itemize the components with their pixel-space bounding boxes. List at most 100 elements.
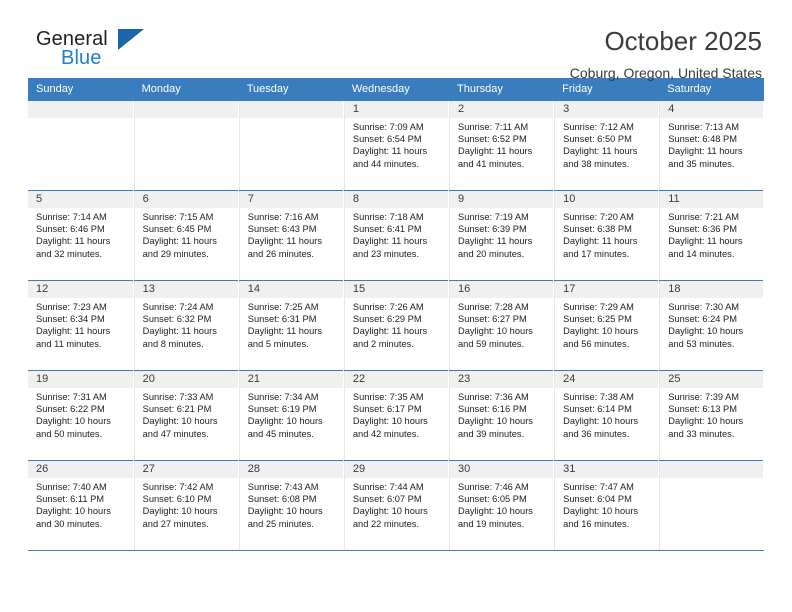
- sunrise-text: Sunrise: 7:14 AM: [36, 212, 107, 222]
- daylight-text-line1: Daylight: 11 hours: [247, 326, 322, 337]
- day-details: Sunrise: 7:36 AM Sunset: 6:16 PM Daylight:…: [450, 388, 553, 440]
- day-number: 30: [450, 461, 554, 478]
- calendar-day-cell[interactable]: 12 Sunrise: 7:23 AM Sunset: 6:34 PM Dayligh…: [28, 280, 134, 371]
- calendar-day-cell[interactable]: 3 Sunrise: 7:12 AM Sunset: 6:50 PM Daylight…: [553, 100, 660, 191]
- daylight-text-line1: Daylight: 11 hours: [352, 326, 428, 337]
- daylight-text-line1: Daylight: 10 hours: [563, 506, 639, 517]
- calendar-day-cell[interactable]: 26 Sunrise: 7:40 AM Sunset: 6:11 PM Dayligh…: [28, 460, 134, 551]
- day-number: 19: [28, 371, 133, 388]
- calendar-day-cell[interactable]: 27 Sunrise: 7:42 AM Sunset: 6:10 PM Dayligh…: [133, 460, 239, 551]
- sunset-text: Sunset: 6:36 PM: [668, 224, 737, 235]
- day-details: Sunrise: 7:13 AM Sunset: 6:48 PM Daylight:…: [660, 118, 763, 170]
- sunrise-text: Sunrise: 7:26 AM: [352, 302, 424, 312]
- calendar-day-cell[interactable]: 8 Sunrise: 7:18 AM Sunset: 6:41 PM Daylight…: [343, 190, 450, 281]
- calendar-day-cell[interactable]: 6 Sunrise: 7:15 AM Sunset: 6:45 PM Daylight…: [133, 190, 239, 281]
- sunset-text: Sunset: 6:11 PM: [36, 494, 105, 505]
- daylight-text-line1: Daylight: 11 hours: [142, 326, 217, 337]
- day-details: Sunrise: 7:09 AM Sunset: 6:54 PM Daylight:…: [345, 118, 448, 170]
- calendar-day-cell[interactable]: 13 Sunrise: 7:24 AM Sunset: 6:32 PM Dayligh…: [133, 280, 239, 371]
- daylight-text-line2: and 16 minutes.: [563, 518, 630, 529]
- day-details: Sunrise: 7:34 AM Sunset: 6:19 PM Daylight:…: [240, 388, 343, 440]
- calendar-day-cell[interactable]: 11 Sunrise: 7:21 AM Sunset: 6:36 PM Dayligh…: [658, 190, 765, 281]
- daylight-text-line1: Daylight: 11 hours: [247, 236, 322, 247]
- day-details: Sunrise: 7:38 AM Sunset: 6:14 PM Daylight:…: [555, 388, 658, 440]
- day-cell-inner: 1 Sunrise: 7:09 AM Sunset: 6:54 PM Daylight…: [343, 101, 448, 190]
- general-blue-logo[interactable]: General Blue: [28, 26, 148, 78]
- calendar-day-cell[interactable]: 21 Sunrise: 7:34 AM Sunset: 6:19 PM Dayligh…: [238, 370, 344, 461]
- calendar-day-cell[interactable]: 2 Sunrise: 7:11 AM Sunset: 6:52 PM Daylight…: [448, 100, 555, 191]
- sunrise-text: Sunrise: 7:42 AM: [142, 482, 214, 492]
- calendar-day-cell[interactable]: 18 Sunrise: 7:30 AM Sunset: 6:24 PM Dayligh…: [658, 280, 765, 371]
- day-cell-inner: 15 Sunrise: 7:26 AM Sunset: 6:29 PM Dayligh…: [343, 281, 448, 370]
- daylight-text-line2: and 19 minutes.: [458, 518, 525, 529]
- calendar-grid: Sunday Monday Tuesday Wednesday Thursday…: [28, 78, 765, 551]
- daylight-text-line1: Daylight: 10 hours: [668, 416, 744, 427]
- calendar-day-cell[interactable]: 1 Sunrise: 7:09 AM Sunset: 6:54 PM Daylight…: [343, 100, 450, 191]
- sunset-text: Sunset: 6:04 PM: [563, 494, 632, 505]
- sunset-text: Sunset: 6:21 PM: [142, 404, 212, 415]
- calendar-day-cell[interactable]: 31 Sunrise: 7:47 AM Sunset: 6:04 PM Dayligh…: [553, 460, 660, 551]
- sunrise-text: Sunrise: 7:28 AM: [458, 302, 529, 312]
- calendar-day-cell[interactable]: 19 Sunrise: 7:31 AM Sunset: 6:22 PM Dayligh…: [28, 370, 134, 461]
- sunrise-text: Sunrise: 7:18 AM: [352, 212, 424, 222]
- calendar-day-cell[interactable]: 15 Sunrise: 7:26 AM Sunset: 6:29 PM Dayligh…: [343, 280, 450, 371]
- sunset-text: Sunset: 6:08 PM: [247, 494, 317, 505]
- sunset-text: Sunset: 6:43 PM: [247, 224, 317, 235]
- day-details: Sunrise: 7:16 AM Sunset: 6:43 PM Daylight:…: [240, 208, 343, 260]
- calendar-day-cell[interactable]: 28 Sunrise: 7:43 AM Sunset: 6:08 PM Dayligh…: [238, 460, 344, 551]
- daylight-text-line1: Daylight: 10 hours: [247, 506, 323, 517]
- calendar-day-cell[interactable]: 5 Sunrise: 7:14 AM Sunset: 6:46 PM Daylight…: [28, 190, 134, 281]
- calendar-week-row: 12 Sunrise: 7:23 AM Sunset: 6:34 PM Dayligh…: [28, 280, 765, 371]
- sunrise-text: Sunrise: 7:25 AM: [247, 302, 319, 312]
- daylight-text-line1: Daylight: 11 hours: [458, 236, 533, 247]
- calendar-day-cell[interactable]: 24 Sunrise: 7:38 AM Sunset: 6:14 PM Dayligh…: [553, 370, 660, 461]
- daylight-text-line1: Daylight: 11 hours: [36, 236, 111, 247]
- sunset-text: Sunset: 6:39 PM: [458, 224, 527, 235]
- calendar-day-cell[interactable]: 17 Sunrise: 7:29 AM Sunset: 6:25 PM Dayligh…: [553, 280, 660, 371]
- sunrise-text: Sunrise: 7:24 AM: [142, 302, 214, 312]
- daylight-text-line1: Daylight: 10 hours: [458, 326, 533, 337]
- calendar-day-cell[interactable]: 23 Sunrise: 7:36 AM Sunset: 6:16 PM Dayligh…: [448, 370, 555, 461]
- sunset-text: Sunset: 6:31 PM: [247, 314, 317, 325]
- day-number: 24: [555, 371, 659, 388]
- day-cell-inner: 27 Sunrise: 7:42 AM Sunset: 6:10 PM Dayligh…: [133, 461, 238, 550]
- daylight-text-line1: Daylight: 10 hours: [668, 326, 744, 337]
- calendar-day-cell[interactable]: 29 Sunrise: 7:44 AM Sunset: 6:07 PM Dayligh…: [343, 460, 450, 551]
- calendar-day-cell[interactable]: 25 Sunrise: 7:39 AM Sunset: 6:13 PM Dayligh…: [658, 370, 765, 461]
- daylight-text-line2: and 56 minutes.: [563, 338, 630, 349]
- day-number: 15: [344, 281, 448, 298]
- sunrise-text: Sunrise: 7:38 AM: [563, 392, 634, 402]
- day-number: 3: [555, 101, 659, 118]
- day-cell-inner: 22 Sunrise: 7:35 AM Sunset: 6:17 PM Dayligh…: [343, 371, 448, 460]
- calendar-day-cell[interactable]: 16 Sunrise: 7:28 AM Sunset: 6:27 PM Dayligh…: [448, 280, 555, 371]
- daylight-text-line2: and 59 minutes.: [458, 338, 525, 349]
- daylight-text-line1: Daylight: 10 hours: [247, 416, 323, 427]
- calendar-day-cell[interactable]: 7 Sunrise: 7:16 AM Sunset: 6:43 PM Daylight…: [238, 190, 344, 281]
- sunset-text: Sunset: 6:25 PM: [563, 314, 632, 325]
- day-cell-inner: 5 Sunrise: 7:14 AM Sunset: 6:46 PM Daylight…: [28, 191, 133, 280]
- day-number: 11: [660, 191, 764, 208]
- day-number: 17: [555, 281, 659, 298]
- day-number: 29: [344, 461, 448, 478]
- calendar-day-cell[interactable]: 9 Sunrise: 7:19 AM Sunset: 6:39 PM Daylight…: [448, 190, 555, 281]
- calendar-day-cell[interactable]: 22 Sunrise: 7:35 AM Sunset: 6:17 PM Dayligh…: [343, 370, 450, 461]
- day-number: 10: [555, 191, 659, 208]
- daylight-text-line2: and 14 minutes.: [668, 248, 735, 259]
- day-cell-inner: 13 Sunrise: 7:24 AM Sunset: 6:32 PM Dayligh…: [133, 281, 238, 370]
- calendar-day-cell[interactable]: 4 Sunrise: 7:13 AM Sunset: 6:48 PM Daylight…: [658, 100, 765, 191]
- sunset-text: Sunset: 6:52 PM: [458, 134, 527, 145]
- daylight-text-line2: and 2 minutes.: [352, 338, 414, 349]
- sunset-text: Sunset: 6:38 PM: [563, 224, 632, 235]
- day-details: Sunrise: 7:35 AM Sunset: 6:17 PM Daylight:…: [345, 388, 448, 440]
- day-cell-inner: 17 Sunrise: 7:29 AM Sunset: 6:25 PM Dayligh…: [554, 281, 659, 370]
- calendar-day-cell[interactable]: 20 Sunrise: 7:33 AM Sunset: 6:21 PM Dayligh…: [133, 370, 239, 461]
- daylight-text-line1: Daylight: 11 hours: [668, 236, 743, 247]
- title-block: October 2025 Coburg, Oregon, United Stat…: [570, 26, 764, 82]
- daylight-text-line2: and 50 minutes.: [36, 428, 103, 439]
- calendar-day-cell[interactable]: 10 Sunrise: 7:20 AM Sunset: 6:38 PM Dayligh…: [553, 190, 660, 281]
- calendar-day-cell[interactable]: 14 Sunrise: 7:25 AM Sunset: 6:31 PM Dayligh…: [238, 280, 344, 371]
- day-details: Sunrise: 7:18 AM Sunset: 6:41 PM Daylight:…: [345, 208, 448, 260]
- sunset-text: Sunset: 6:05 PM: [458, 494, 527, 505]
- day-number: 8: [344, 191, 448, 208]
- calendar-day-cell[interactable]: 30 Sunrise: 7:46 AM Sunset: 6:05 PM Dayligh…: [448, 460, 555, 551]
